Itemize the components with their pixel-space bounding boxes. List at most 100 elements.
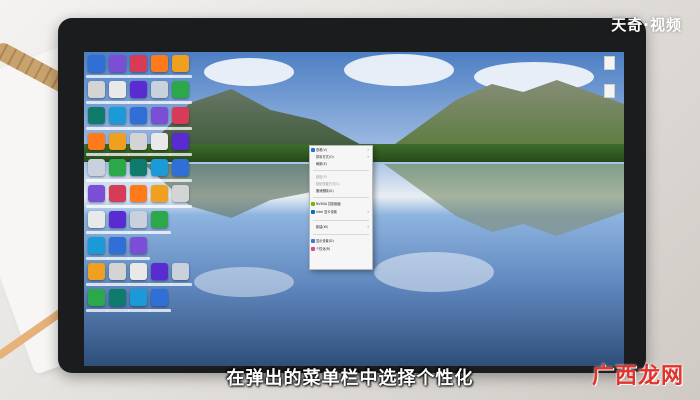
- desktop-app-icon[interactable]: [172, 185, 189, 202]
- desktop-app-icon[interactable]: [88, 81, 105, 98]
- desktop-app-label: [86, 101, 108, 104]
- desktop-app-label: [149, 283, 171, 286]
- desktop-app-label: [170, 101, 192, 104]
- desktop-app-label: [170, 127, 192, 130]
- desktop-app-label: [107, 231, 129, 234]
- desktop-app-icon[interactable]: [130, 185, 147, 202]
- cloud-reflection: [194, 267, 294, 297]
- desktop-app-icon[interactable]: [172, 263, 189, 280]
- menu-item-label: 个性化(R): [316, 247, 331, 251]
- submenu-arrow-icon: ›: [367, 224, 369, 229]
- menu-separator: [313, 170, 369, 171]
- desktop-file-icon[interactable]: [604, 56, 615, 70]
- desktop-app-icon[interactable]: [88, 159, 105, 176]
- desktop-app-icon[interactable]: [130, 133, 147, 150]
- video-watermark: 天奇·视频: [611, 16, 682, 34]
- desktop-screen[interactable]: 查看(V) › 排序方式(O) › 刷新(E) 粘贴(P) 粘贴快捷方式(S) …: [84, 52, 624, 366]
- desktop-app-label: [128, 153, 150, 156]
- menu-item-intel[interactable]: Intel 显卡设置: [316, 209, 366, 215]
- menu-item-label: 排序方式(O): [316, 155, 334, 159]
- desktop-app-label: [107, 257, 129, 260]
- desktop-app-icon[interactable]: [172, 133, 189, 150]
- menu-item-label: Intel 显卡设置: [316, 210, 337, 214]
- desktop-app-icon[interactable]: [109, 133, 126, 150]
- desktop-app-icon[interactable]: [88, 237, 105, 254]
- desktop-app-label: [107, 75, 129, 78]
- menu-item-undo-delete[interactable]: 撤消删除(U): [316, 188, 366, 194]
- desktop-app-label: [128, 205, 150, 208]
- desktop-app-label: [170, 283, 192, 286]
- desktop-app-icon[interactable]: [109, 159, 126, 176]
- desktop-app-icon[interactable]: [109, 237, 126, 254]
- desktop-app-icon[interactable]: [130, 211, 147, 228]
- menu-item-personalize[interactable]: 个性化(R): [316, 246, 366, 252]
- submenu-arrow-icon: ›: [367, 209, 369, 214]
- desktop-app-label: [107, 153, 129, 156]
- menu-item-nvidia[interactable]: NVIDIA 控制面板: [316, 201, 366, 207]
- monitor: 查看(V) › 排序方式(O) › 刷新(E) 粘贴(P) 粘贴快捷方式(S) …: [58, 18, 646, 373]
- desktop-app-icon[interactable]: [88, 185, 105, 202]
- menu-item-new[interactable]: 新建(W): [316, 224, 366, 230]
- desktop-app-icon[interactable]: [109, 81, 126, 98]
- desktop-app-icon[interactable]: [88, 55, 105, 72]
- personalize-icon: [311, 247, 315, 251]
- menu-item-display-settings[interactable]: 显示设置(D): [316, 238, 366, 244]
- desktop-app-icon[interactable]: [151, 289, 168, 306]
- desktop-app-icon[interactable]: [88, 263, 105, 280]
- desktop-app-icon[interactable]: [151, 159, 168, 176]
- desktop-app-icon[interactable]: [151, 263, 168, 280]
- desktop-app-icon[interactable]: [172, 159, 189, 176]
- desktop-app-icon[interactable]: [151, 185, 168, 202]
- desktop-app-icon[interactable]: [88, 289, 105, 306]
- desktop-app-icon[interactable]: [151, 55, 168, 72]
- display-icon: [311, 239, 315, 243]
- desktop-app-icon[interactable]: [172, 81, 189, 98]
- desktop-app-icon[interactable]: [109, 289, 126, 306]
- desktop-app-icon[interactable]: [130, 159, 147, 176]
- desktop-app-label: [128, 309, 150, 312]
- desktop-app-label: [86, 231, 108, 234]
- desktop-app-icon[interactable]: [130, 289, 147, 306]
- desktop-app-icon[interactable]: [88, 107, 105, 124]
- desktop-app-icon[interactable]: [88, 211, 105, 228]
- menu-item-paste[interactable]: 粘贴(P): [316, 174, 366, 180]
- desktop-app-icon[interactable]: [130, 237, 147, 254]
- desktop-app-label: [149, 153, 171, 156]
- desktop-app-label: [86, 309, 108, 312]
- desktop-file-icon[interactable]: [604, 84, 615, 98]
- desktop-app-icon[interactable]: [130, 81, 147, 98]
- intel-icon: [311, 210, 315, 214]
- wallpaper-reflection-right: [384, 164, 624, 236]
- desktop-app-icon[interactable]: [172, 55, 189, 72]
- menu-item-label: 粘贴快捷方式(S): [316, 182, 340, 186]
- menu-item-sort[interactable]: 排序方式(O): [316, 154, 366, 160]
- menu-item-refresh[interactable]: 刷新(E): [316, 161, 366, 167]
- desktop-app-icon[interactable]: [109, 185, 126, 202]
- desktop-app-icon[interactable]: [109, 211, 126, 228]
- desktop-app-label: [86, 127, 108, 130]
- desktop-app-icon[interactable]: [151, 133, 168, 150]
- desktop-app-label: [86, 179, 108, 182]
- menu-item-view[interactable]: 查看(V): [316, 147, 366, 153]
- desktop-app-icon[interactable]: [109, 55, 126, 72]
- desktop-app-icon[interactable]: [130, 55, 147, 72]
- menu-item-label: 显示设置(D): [316, 239, 334, 243]
- desktop-app-icon[interactable]: [130, 263, 147, 280]
- desktop-app-label: [170, 153, 192, 156]
- desktop-app-label: [107, 283, 129, 286]
- desktop-app-icon[interactable]: [151, 81, 168, 98]
- desktop-app-icon[interactable]: [151, 211, 168, 228]
- menu-item-label: 粘贴(P): [316, 175, 327, 179]
- submenu-arrow-icon: ›: [367, 154, 369, 159]
- desktop-app-icon[interactable]: [88, 133, 105, 150]
- desktop-app-icon[interactable]: [172, 107, 189, 124]
- desktop-app-icon[interactable]: [130, 107, 147, 124]
- desktop-app-label: [149, 309, 171, 312]
- menu-separator: [313, 220, 369, 221]
- desktop-app-label: [170, 179, 192, 182]
- menu-separator: [313, 197, 369, 198]
- desktop-app-icon[interactable]: [151, 107, 168, 124]
- desktop-app-icon[interactable]: [109, 263, 126, 280]
- menu-item-paste-shortcut[interactable]: 粘贴快捷方式(S): [316, 181, 366, 187]
- desktop-app-icon[interactable]: [109, 107, 126, 124]
